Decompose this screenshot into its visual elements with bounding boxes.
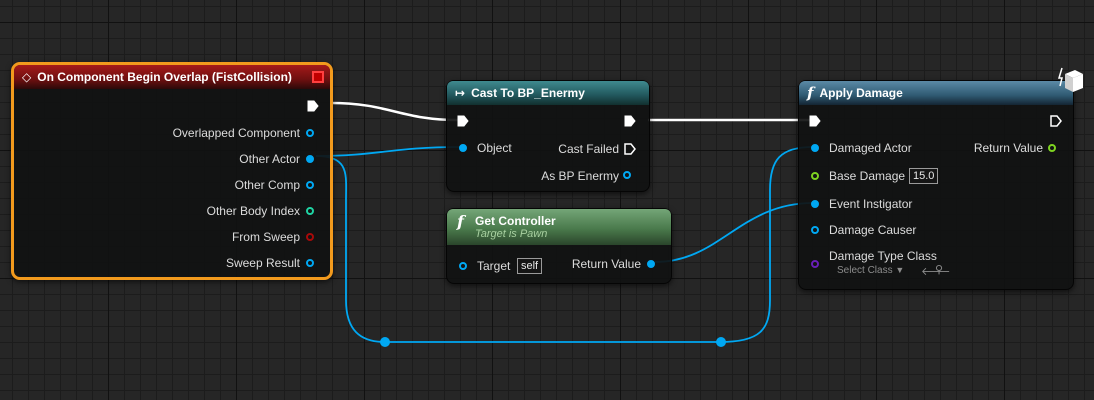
cast-node-header[interactable]: ↦ Cast To BP_Enermy xyxy=(447,81,649,105)
event-node-title: On Component Begin Overlap (FistCollisio… xyxy=(37,70,292,84)
select-class-dropdown[interactable]: Select Class ▼ xyxy=(837,265,904,276)
pin-cast-object[interactable] xyxy=(459,144,467,152)
get-controller-title: Get Controller xyxy=(475,214,556,228)
pin-label-controller-return: Return Value xyxy=(571,257,641,271)
target-self-field[interactable]: self xyxy=(517,258,543,274)
pin-label-base-damage: Base Damage xyxy=(829,169,906,183)
apply-damage-exec-out-pin[interactable] xyxy=(1050,115,1062,127)
chevron-down-icon: ▼ xyxy=(895,265,905,275)
apply-damage-title: Apply Damage xyxy=(819,86,903,100)
cube-icon xyxy=(1057,67,1083,92)
reroute-knot-left[interactable] xyxy=(380,337,390,347)
cast-failed-exec-pin[interactable] xyxy=(624,143,636,155)
reroute-knot-right[interactable] xyxy=(716,337,726,347)
pin-label-cast-object: Object xyxy=(477,141,512,155)
pin-controller-return[interactable] xyxy=(647,260,655,268)
cast-node-title: Cast To BP_Enermy xyxy=(471,86,585,100)
base-damage-field[interactable]: 15.0 xyxy=(909,168,939,184)
function-f-icon: f xyxy=(457,212,464,231)
pin-sweep-result[interactable] xyxy=(306,259,314,267)
event-node-header[interactable]: ◇ On Component Begin Overlap (FistCollis… xyxy=(14,65,330,89)
pin-target[interactable] xyxy=(459,262,467,270)
event-exec-out-pin[interactable] xyxy=(307,100,319,112)
pin-label-damage-type-class: Damage Type Class xyxy=(829,249,937,263)
apply-damage-exec-in-pin[interactable] xyxy=(809,115,821,127)
pin-label-other-comp: Other Comp xyxy=(234,178,300,192)
get-controller-subtitle: Target is Pawn xyxy=(475,228,548,240)
pin-label-event-instigator: Event Instigator xyxy=(829,197,913,211)
cast-arrow-icon: ↦ xyxy=(455,86,466,100)
apply-damage-header[interactable]: f Apply Damage xyxy=(799,81,1073,105)
pin-other-actor[interactable] xyxy=(306,155,314,163)
cast-exec-out-pin[interactable] xyxy=(624,115,636,127)
cast-exec-in-pin[interactable] xyxy=(457,115,469,127)
exec-wire-event-to-cast[interactable] xyxy=(329,101,459,122)
pin-label-from-sweep: From Sweep xyxy=(231,230,300,244)
pin-label-overlapped-component: Overlapped Component xyxy=(172,126,300,140)
pin-base-damage[interactable] xyxy=(811,172,819,180)
pin-from-sweep[interactable] xyxy=(306,233,314,241)
pin-other-body-index[interactable] xyxy=(306,207,314,215)
close-square-icon xyxy=(312,71,324,83)
pin-other-comp[interactable] xyxy=(306,181,314,189)
pin-label-other-body-index: Other Body Index xyxy=(206,204,300,218)
apply-damage-node[interactable]: f Apply Damage Damaged Actor Return Valu… xyxy=(798,80,1074,290)
pin-label-as-bp-enermy: As BP Enermy xyxy=(541,169,619,183)
pin-label-damage-return: Return Value xyxy=(973,141,1043,155)
pin-as-bp-enermy[interactable] xyxy=(623,171,631,179)
pin-label-damaged-actor: Damaged Actor xyxy=(829,141,912,155)
wire-controller-to-instigator[interactable] xyxy=(654,202,814,263)
wire-otheractor-to-object[interactable] xyxy=(315,146,461,157)
pin-label-target: Target xyxy=(477,259,511,273)
pin-label-other-actor: Other Actor xyxy=(239,152,300,166)
select-class-label: Select Class xyxy=(837,265,893,276)
pin-label-damage-causer: Damage Causer xyxy=(829,223,917,237)
pin-event-instigator[interactable] xyxy=(811,200,819,208)
get-controller-header[interactable]: f Get Controller Target is Pawn xyxy=(447,209,671,245)
pin-damage-type-class[interactable] xyxy=(811,260,819,268)
browse-magnifier-icon[interactable]: ⚲ xyxy=(935,263,943,276)
get-controller-node[interactable]: f Get Controller Target is Pawn Target s… xyxy=(446,208,672,284)
pin-overlapped-component[interactable] xyxy=(306,129,314,137)
pin-damage-return[interactable] xyxy=(1048,144,1056,152)
cast-node[interactable]: ↦ Cast To BP_Enermy Object Cast Failed A… xyxy=(446,80,650,192)
event-node-begin-overlap[interactable]: ◇ On Component Begin Overlap (FistCollis… xyxy=(11,62,333,280)
pin-label-cast-failed: Cast Failed xyxy=(558,142,619,156)
event-diamond-icon: ◇ xyxy=(22,70,32,84)
function-f-icon: f xyxy=(807,84,814,102)
pin-damaged-actor[interactable] xyxy=(811,144,819,152)
pin-label-sweep-result: Sweep Result xyxy=(225,256,300,270)
pin-damage-causer[interactable] xyxy=(811,226,819,234)
